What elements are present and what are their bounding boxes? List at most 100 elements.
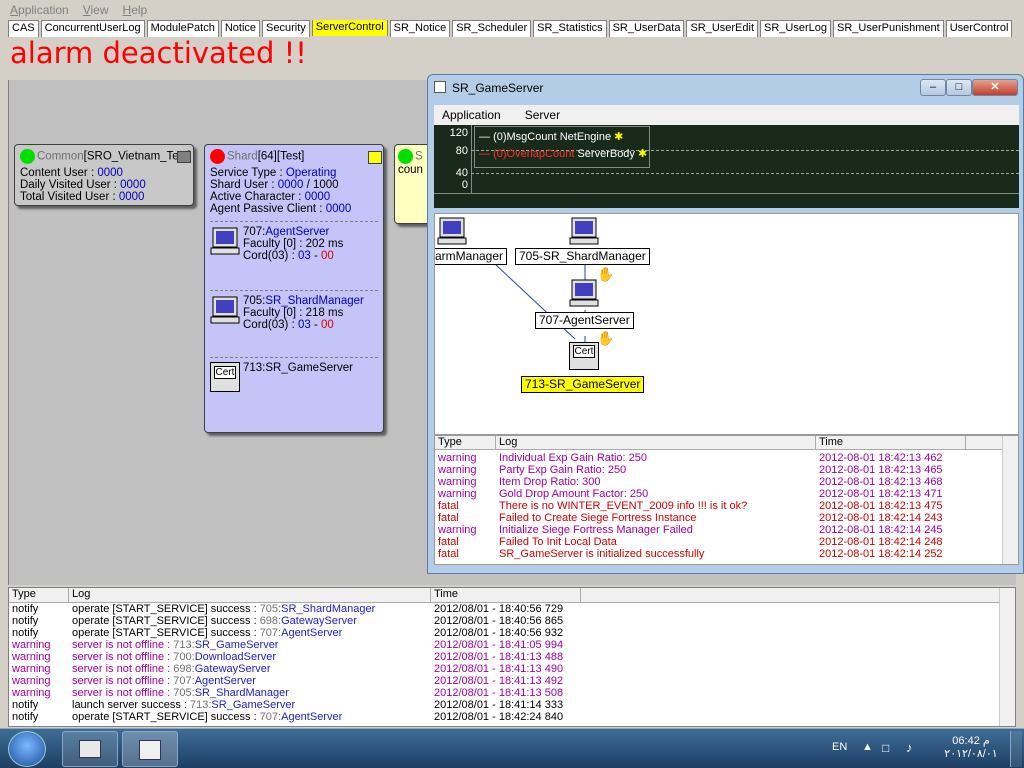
- menu-view[interactable]: View: [83, 3, 109, 17]
- node-agent-server[interactable]: 707-AgentServer: [535, 312, 634, 329]
- agent-passive-value: 0000: [325, 203, 352, 215]
- node-game-server[interactable]: 713-SR_GameServer: [521, 376, 645, 393]
- log-row[interactable]: notify launch server success : 713:SR_Gam…: [9, 699, 1015, 711]
- col-time[interactable]: Time: [816, 436, 966, 449]
- menu-application[interactable]: Application: [10, 3, 69, 17]
- node-farm-manager[interactable]: armManager: [435, 248, 508, 265]
- log-server-name: GatewayServer: [281, 615, 357, 627]
- log-server-name: SR_ShardManager: [281, 603, 376, 615]
- tab-sr_userpunishment[interactable]: SR_UserPunishment: [833, 20, 944, 37]
- tab-sr_userlog[interactable]: SR_UserLog: [760, 20, 831, 37]
- language-indicator[interactable]: EN: [832, 741, 847, 753]
- network-icon[interactable]: □: [882, 741, 889, 755]
- log-scrollbar[interactable]: [1002, 436, 1018, 564]
- start-button[interactable]: [8, 731, 46, 767]
- log-row[interactable]: warning Party Exp Gain Ratio: 250 2012-08-…: [435, 464, 1018, 476]
- legend-series-name: OverlapCount: [506, 148, 575, 160]
- tab-sr_userdata[interactable]: SR_UserData: [608, 20, 685, 37]
- log-text: operate [START_SERVICE] success :: [72, 711, 260, 723]
- log-row[interactable]: notify operate [START_SERVICE] success : …: [9, 711, 1015, 723]
- taskbar-app-1[interactable]: [62, 731, 118, 767]
- log-row[interactable]: warning server is not offline : 700:Downl…: [9, 651, 1015, 663]
- log-row[interactable]: warning Individual Exp Gain Ratio: 250 201…: [435, 452, 1018, 464]
- gridline: [471, 173, 1019, 174]
- log-row[interactable]: notify operate [START_SERVICE] success : …: [9, 627, 1015, 639]
- log-row[interactable]: warning server is not offline : 713:SR_Ga…: [9, 639, 1015, 651]
- log-message: Gold Drop Amount Factor: 250: [499, 488, 649, 500]
- log-type: warning: [12, 639, 51, 651]
- log-server-id: 700:: [173, 651, 195, 663]
- log-time: 2012-08-01 18:42:14 248: [819, 536, 943, 548]
- tab-usercontrol[interactable]: UserControl: [945, 20, 1013, 37]
- tab-security[interactable]: Security: [262, 20, 310, 37]
- log-row[interactable]: fatal SR_GameServer is initialized succes…: [435, 548, 1018, 560]
- tab-sr_useredit[interactable]: SR_UserEdit: [686, 20, 759, 37]
- cord-a: 03: [297, 319, 311, 331]
- server-entry-gameserver[interactable]: Cert 713:SR_GameServer: [210, 362, 378, 392]
- show-desktop-button[interactable]: [1010, 731, 1022, 767]
- log-message: operate [START_SERVICE] success : 707:Ag…: [69, 627, 431, 639]
- server-id: 707:: [243, 226, 266, 238]
- log-scrollbar[interactable]: [999, 588, 1015, 726]
- log-row[interactable]: fatal Failed to Create Siege Fortress Ins…: [435, 512, 1018, 524]
- tab-modulepatch[interactable]: ModulePatch: [146, 20, 219, 37]
- shard-title-name: [Test]: [276, 150, 305, 163]
- log-row[interactable]: warning server is not offline : 707:Agent…: [9, 675, 1015, 687]
- log-row[interactable]: warning server is not offline : 698:Gatew…: [9, 663, 1015, 675]
- log-time: 2012-08-01 18:42:14 243: [819, 512, 943, 524]
- col-type[interactable]: Type: [435, 436, 496, 449]
- log-row[interactable]: fatal There is no WINTER_EVENT_2009 info …: [435, 500, 1018, 512]
- legend-engine: NetEngine: [559, 131, 612, 143]
- log-server-id: 705:: [259, 603, 282, 615]
- log-row[interactable]: warning Initialize Siege Fortress Manager…: [435, 524, 1018, 536]
- tab-sr_statistics[interactable]: SR_Statistics: [533, 20, 607, 37]
- col-log[interactable]: Log: [69, 588, 431, 602]
- col-type[interactable]: Type: [9, 588, 69, 602]
- log-row[interactable]: notify operate [START_SERVICE] success : …: [9, 603, 1015, 615]
- y-tick: 40: [455, 167, 468, 179]
- taskbar-app-2[interactable]: [122, 731, 178, 767]
- log-row[interactable]: warning Item Drop Ratio: 300 2012-08-01 18…: [435, 476, 1018, 488]
- tab-concurrentuserlog[interactable]: ConcurrentUserLog: [40, 20, 145, 37]
- log-message: Initialize Siege Fortress Manager Failed: [499, 524, 693, 536]
- volume-icon[interactable]: ♪: [906, 740, 913, 755]
- minimize-button[interactable]: –: [920, 79, 946, 96]
- close-button[interactable]: ✕: [972, 79, 1018, 96]
- server-topology-diagram: armManager 705-SR_ShardManager ✋ 707-Age…: [434, 213, 1019, 435]
- log-server-id: 705:: [173, 687, 195, 699]
- log-time: 2012-08-01 18:42:14 252: [819, 548, 943, 560]
- window-menu-application[interactable]: Application: [442, 108, 501, 122]
- clock-time: 06:42 م: [952, 735, 990, 747]
- tab-servercontrol[interactable]: ServerControl: [311, 20, 388, 36]
- server-name: AgentServer: [265, 226, 330, 238]
- clock-date: ٢٠١٢/٠٨/٠١: [944, 748, 998, 760]
- tray-arrow-icon[interactable]: ▲: [862, 741, 873, 753]
- app-menubar: Application View Help: [0, 0, 1024, 19]
- server-entry-shardmanager[interactable]: 705:SR_ShardManager Faculty [0] : 218 ms…: [210, 295, 378, 331]
- tab-sr_notice[interactable]: SR_Notice: [389, 20, 451, 37]
- gameserver-window[interactable]: SR_GameServer – □ ✕ Application Server 1…: [427, 74, 1024, 574]
- node-shard-manager[interactable]: 705-SR_ShardManager: [515, 248, 650, 265]
- tab-cas[interactable]: CAS: [8, 20, 39, 37]
- log-type: warning: [438, 524, 477, 536]
- alert-hand-icon: ✋: [597, 266, 615, 282]
- active-char-label: Active Character :: [210, 191, 302, 203]
- server-entry-agent[interactable]: 707:AgentServer Faculty [0] : 202 ms Cor…: [210, 226, 378, 262]
- log-row[interactable]: warning Gold Drop Amount Factor: 250 2012-…: [435, 488, 1018, 500]
- shard-card[interactable]: Shard[64][Test] Service Type : Operating…: [204, 144, 384, 433]
- agent-passive-label: Agent Passive Client :: [210, 203, 323, 215]
- window-menu-server[interactable]: Server: [525, 108, 560, 122]
- log-row[interactable]: warning server is not offline : 705:SR_Sh…: [9, 687, 1015, 699]
- tab-sr_scheduler[interactable]: SR_Scheduler: [452, 20, 532, 37]
- menu-help[interactable]: Help: [123, 3, 148, 17]
- log-row[interactable]: notify operate [START_SERVICE] success : …: [9, 615, 1015, 627]
- tab-notice[interactable]: Notice: [220, 20, 261, 37]
- col-time[interactable]: Time: [431, 588, 581, 602]
- maximize-button[interactable]: □: [946, 79, 972, 96]
- shard-title-prefix: Shard: [227, 150, 258, 163]
- common-card[interactable]: Common[SRO_Vietnam_Test] Content User : …: [14, 144, 194, 206]
- clock[interactable]: 06:42 م ٢٠١٢/٠٨/٠١: [940, 734, 1002, 760]
- status-green-icon: [398, 149, 413, 164]
- col-log[interactable]: Log: [496, 436, 816, 449]
- log-row[interactable]: fatal Failed To Init Local Data 2012-08-01…: [435, 536, 1018, 548]
